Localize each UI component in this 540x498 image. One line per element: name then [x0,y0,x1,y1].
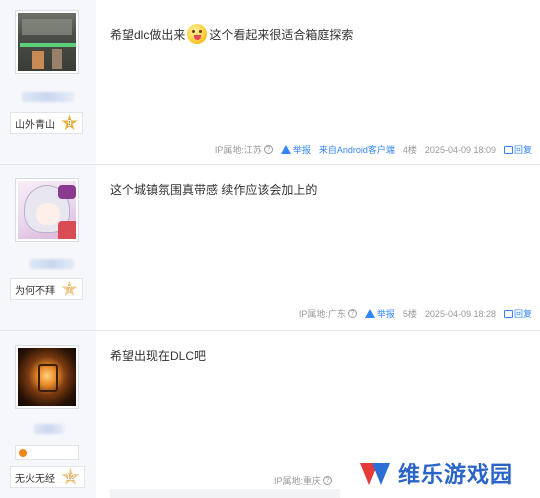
avatar-image [18,13,76,71]
post-text: 希望出现在DLC吧 [110,349,207,363]
post-meta: IP属地:江苏? 举报 来自Android客户端 4楼 2025-04-09 1… [207,143,532,156]
level-star-icon: 12 [61,467,80,485]
watermark: 维乐游戏园 [358,457,536,489]
author-sidebar: 为何不拜 7 [0,165,96,330]
avatar-image [18,348,76,406]
post-time: 2025-04-09 18:28 [424,308,496,319]
author-sidebar: 山外青山 9 [0,0,96,164]
reply-icon [503,145,513,154]
post-content: 希望出现在DLC吧 [110,347,206,364]
avatar[interactable] [15,178,79,242]
post-text-part2: 这个看起来很适合箱庭探索 [209,27,354,42]
level-star-icon: 9 [61,114,78,130]
progress-fill [19,449,27,457]
tongue-emoji-icon [187,24,208,44]
ip-location: IP属地:江苏? [215,143,273,156]
author-sidebar: 无火无经 12 [0,331,96,498]
experience-progress [15,445,79,460]
post-meta: IP属地:重庆? [266,474,332,487]
post-floor-4: 山外青山 9 希望dlc做出来 这个看起来很适合箱庭探索 IP属地:江苏? 举报… [0,0,540,165]
post-time: 2025-04-09 18:09 [424,144,496,155]
warning-icon [280,145,291,154]
reply-button[interactable]: 回复 [503,307,532,320]
forum-username: 山外青山 [15,119,55,131]
floor-number: 5楼 [402,309,417,319]
client-link[interactable]: 来自Android客户端 [319,143,395,156]
post-text: 这个城镇氛围真带感 续作应该会加上的 [110,183,318,197]
avatar[interactable] [15,345,79,409]
avatar-image [18,181,76,239]
help-icon[interactable]: ? [263,145,273,154]
report-button[interactable]: 举报 [280,143,311,156]
post-floor-5: 为何不拜 7 这个城镇氛围真带感 续作应该会加上的 IP属地:广东? 举报 5楼… [0,165,540,331]
forum-username: 为何不拜 [15,285,55,297]
level-star-icon: 7 [61,280,78,296]
watermark-text: 维乐游戏园 [398,463,514,488]
username-blurred [34,424,64,434]
user-level-badge[interactable]: 山外青山 9 [10,112,83,134]
user-level-badge[interactable]: 无火无经 12 [10,466,85,488]
forum-username: 无火无经 [15,473,55,485]
reply-icon [503,309,513,318]
post-content: 这个城镇氛围真带感 续作应该会加上的 [110,181,317,198]
ip-location: IP属地:重庆? [274,474,332,487]
post-content: 希望dlc做出来 这个看起来很适合箱庭探索 [110,24,353,44]
reply-button[interactable]: 回复 [503,143,532,156]
report-button[interactable]: 举报 [364,307,395,320]
post-meta: IP属地:广东? 举报 5楼 2025-04-09 18:28 回复 [291,307,532,320]
username-blurred [22,92,74,102]
ip-location: IP属地:广东? [299,307,357,320]
username-blurred [30,259,74,269]
help-icon[interactable]: ? [347,309,357,318]
warning-icon [364,309,375,318]
watermark-logo-icon [358,459,394,487]
post-text-part1: 希望dlc做出来 [110,27,186,42]
help-icon[interactable]: ? [323,476,332,485]
user-level-badge[interactable]: 为何不拜 7 [10,278,83,300]
avatar[interactable] [15,10,79,74]
floor-number: 4楼 [402,145,417,155]
reply-input-area[interactable] [110,489,340,498]
